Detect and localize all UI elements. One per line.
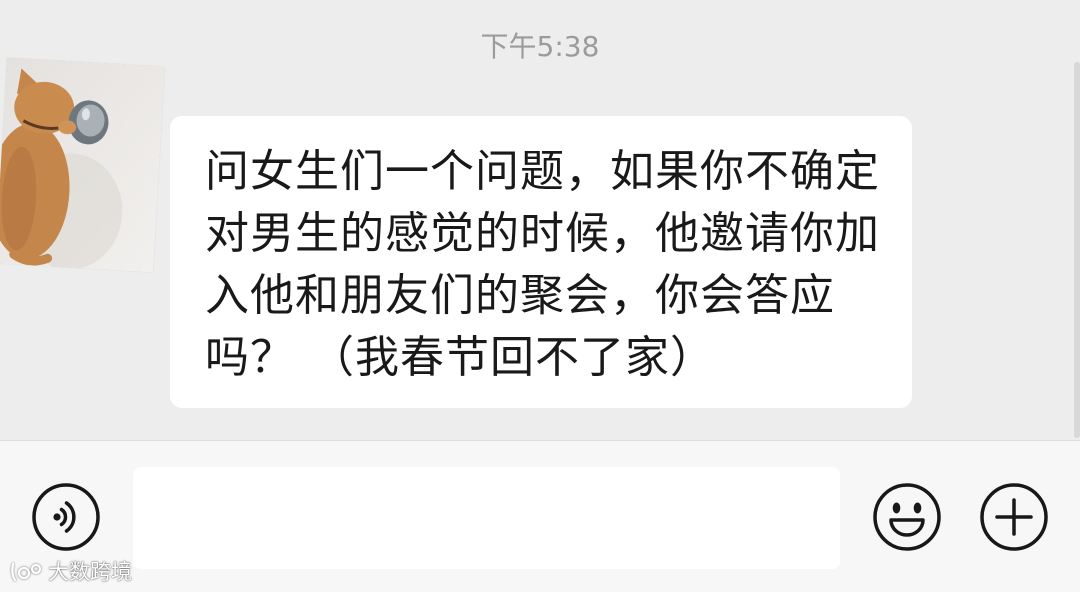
emoji-icon	[873, 483, 941, 551]
voice-icon	[32, 483, 100, 551]
watermark-logo-icon	[11, 562, 42, 582]
message-input-field[interactable]	[133, 467, 840, 569]
message-text-line: 入他和朋友们的聚会，你会答应	[205, 270, 835, 321]
input-bar	[0, 440, 1080, 592]
message-bubble[interactable]: 问女生们一个问题，如果你不确定 对男生的感觉的时候，他邀请你加 入他和朋友们的聚…	[170, 116, 912, 408]
plus-icon	[980, 483, 1048, 551]
more-options-button[interactable]	[980, 483, 1048, 551]
message-text-line: 吗？ （我春节回不了家）	[205, 332, 715, 383]
emoji-button[interactable]	[873, 483, 941, 551]
cat-photo-avatar-icon[interactable]	[0, 57, 165, 273]
chat-screen: 下午5:38 问女生们一个问题，如果你不确定 对男生的感觉的时候，他邀请你加 入…	[0, 0, 1080, 592]
voice-input-button[interactable]	[32, 483, 100, 551]
message-timestamp: 下午5:38	[480, 30, 600, 63]
watermark-text: 大数跨境	[48, 560, 132, 584]
message-text-line: 对男生的感觉的时候，他邀请你加	[205, 208, 880, 259]
watermark: 大数跨境	[8, 558, 132, 586]
chat-scrollbar[interactable]	[1074, 62, 1080, 438]
message-text-line: 问女生们一个问题，如果你不确定	[205, 146, 880, 197]
